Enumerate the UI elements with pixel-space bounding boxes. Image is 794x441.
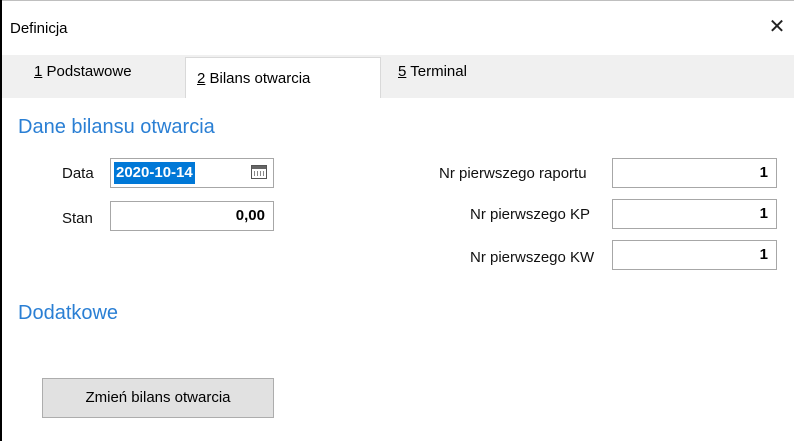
first-kw-field[interactable]: 1: [612, 240, 777, 270]
tab-bilans-otwarcia[interactable]: 2 Bilans otwarcia: [185, 57, 381, 100]
first-report-label: Nr pierwszego raportu: [439, 165, 587, 182]
change-opening-balance-button[interactable]: Zmień bilans otwarcia: [42, 378, 274, 418]
state-label: Stan: [62, 210, 93, 227]
tab-label: Terminal: [406, 63, 467, 80]
close-icon[interactable]: ✕: [760, 13, 794, 41]
state-field[interactable]: 0,00: [110, 201, 274, 231]
tab-content: Dane bilansu otwarcia Data 2020-10-14 St…: [2, 98, 794, 441]
first-report-field[interactable]: 1: [612, 158, 777, 188]
additional-heading: Dodatkowe: [18, 302, 119, 324]
date-field[interactable]: 2020-10-14: [110, 158, 274, 188]
first-kp-label: Nr pierwszego KP: [470, 206, 591, 223]
tab-label: Podstawowe: [42, 63, 132, 80]
first-kp-field[interactable]: 1: [612, 199, 777, 229]
title-bar: Definicja ✕: [2, 0, 794, 38]
first-kw-label: Nr pierwszego KW: [470, 249, 595, 266]
date-label: Data: [62, 165, 94, 182]
tab-terminal[interactable]: 5 Terminal: [386, 55, 516, 92]
definition-window: Definicja ✕ 1 Podstawowe 2 Bilans otwarc…: [0, 0, 794, 441]
tab-podstawowe[interactable]: 1 Podstawowe: [22, 55, 182, 92]
opening-balance-heading: Dane bilansu otwarcia: [18, 116, 215, 138]
window-title: Definicja: [10, 20, 68, 37]
calendar-icon[interactable]: [251, 165, 267, 179]
tab-label: Bilans otwarcia: [205, 70, 311, 87]
tab-strip: 1 Podstawowe 2 Bilans otwarcia 5 Termina…: [2, 55, 794, 100]
date-value: 2020-10-14: [114, 162, 195, 184]
